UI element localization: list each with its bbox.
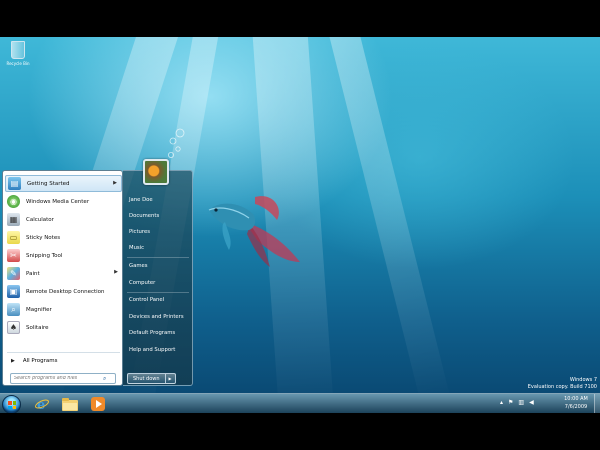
program-windows-media-center[interactable]: ◉ Windows Media Center — [5, 193, 122, 210]
program-label: Magnifier — [26, 306, 52, 313]
start-menu-places-pane: Jane Doe Documents Pictures Music Games … — [123, 170, 193, 386]
taskbar: e ▴ ⚑ ▥ ◀ 10:00 AM 7/6/2009 — [0, 393, 600, 414]
windows-logo-icon — [8, 401, 16, 409]
places-divider — [127, 257, 189, 258]
letterbox-top — [0, 0, 600, 37]
taskbar-media-player[interactable] — [86, 395, 110, 413]
search-input[interactable] — [11, 374, 103, 383]
link-computer[interactable]: Computer — [127, 277, 189, 289]
snipping-tool-icon: ✂ — [7, 249, 20, 262]
link-games[interactable]: Games — [127, 260, 189, 272]
programs-divider — [7, 352, 120, 353]
link-default-programs[interactable]: Default Programs — [127, 327, 189, 339]
start-search-box[interactable]: ⌕ — [10, 373, 116, 384]
shutdown-button[interactable]: Shut down — [127, 373, 166, 384]
program-paint[interactable]: ✎ Paint ▶ — [5, 265, 122, 282]
all-programs-arrow-icon: ▶ — [11, 358, 15, 364]
betta-fish-wallpaper-icon — [208, 196, 300, 267]
start-menu-programs-pane: ▤ Getting Started ▶ ◉ Windows Media Cent… — [2, 170, 123, 386]
recycle-bin-icon — [11, 41, 25, 59]
start-button[interactable] — [2, 395, 21, 414]
system-tray: ▴ ⚑ ▥ ◀ — [500, 399, 534, 406]
shutdown-options-arrow-icon[interactable]: ▶ — [165, 373, 176, 384]
media-player-icon — [91, 397, 105, 411]
internet-explorer-icon: e — [35, 398, 49, 411]
light-ray — [320, 37, 452, 393]
recycle-bin-shortcut[interactable]: Recycle Bin — [4, 41, 32, 66]
letterbox-bottom — [0, 413, 600, 450]
taskbar-windows-explorer[interactable] — [58, 395, 82, 413]
getting-started-icon: ▤ — [8, 177, 21, 190]
link-music[interactable]: Music — [127, 242, 189, 254]
magnifier-icon: ⌕ — [7, 303, 20, 316]
shutdown-control: Shut down ▶ — [127, 373, 176, 384]
watermark-build: Evaluation copy. Build 7100 — [527, 383, 597, 390]
program-calculator[interactable]: ▦ Calculator — [5, 211, 122, 228]
link-help-and-support[interactable]: Help and Support — [127, 344, 189, 356]
program-sticky-notes[interactable]: ▭ Sticky Notes — [5, 229, 122, 246]
program-getting-started[interactable]: ▤ Getting Started ▶ — [5, 175, 122, 192]
link-documents[interactable]: Documents — [127, 210, 189, 222]
program-label: Solitaire — [26, 324, 49, 331]
windows-explorer-icon — [62, 397, 78, 411]
show-desktop-button[interactable] — [594, 394, 600, 414]
user-avatar[interactable] — [143, 159, 169, 185]
program-remote-desktop-connection[interactable]: ▣ Remote Desktop Connection — [5, 283, 122, 300]
paint-icon: ✎ — [7, 267, 20, 280]
network-icon[interactable]: ▥ — [518, 399, 524, 406]
evaluation-watermark: Windows 7 Evaluation copy. Build 7100 — [528, 377, 597, 390]
search-icon[interactable]: ⌕ — [103, 375, 106, 383]
remote-desktop-icon: ▣ — [7, 285, 20, 298]
program-label: Remote Desktop Connection — [26, 288, 105, 295]
program-label: Calculator — [26, 216, 54, 223]
program-label: Getting Started — [27, 180, 70, 187]
link-user[interactable]: Jane Doe — [127, 194, 189, 206]
places-divider — [127, 292, 189, 293]
media-center-icon: ◉ — [7, 195, 20, 208]
link-pictures[interactable]: Pictures — [127, 226, 189, 238]
clock-time: 10:00 AM — [564, 396, 588, 402]
solitaire-icon: ♠ — [7, 321, 20, 334]
start-menu: ▤ Getting Started ▶ ◉ Windows Media Cent… — [0, 168, 195, 393]
program-label: Windows Media Center — [26, 198, 90, 205]
all-programs-button[interactable]: ▶ All Programs — [5, 355, 122, 367]
clock-date: 7/6/2009 — [564, 403, 588, 410]
sticky-notes-icon: ▭ — [7, 231, 20, 244]
program-snipping-tool[interactable]: ✂ Snipping Tool — [5, 247, 122, 264]
taskbar-internet-explorer[interactable]: e — [30, 395, 54, 413]
action-center-flag-icon[interactable]: ⚑ — [508, 399, 513, 406]
all-programs-label: All Programs — [22, 358, 58, 364]
recycle-bin-label: Recycle Bin — [6, 61, 30, 66]
submenu-arrow-icon: ▶ — [113, 180, 117, 186]
program-label: Sticky Notes — [26, 234, 61, 241]
program-magnifier[interactable]: ⌕ Magnifier — [5, 301, 122, 318]
submenu-arrow-icon: ▶ — [114, 269, 118, 275]
program-label: Paint — [26, 270, 40, 277]
program-solitaire[interactable]: ♠ Solitaire — [5, 319, 122, 336]
volume-icon[interactable]: ◀ — [529, 399, 534, 406]
link-devices-and-printers[interactable]: Devices and Printers — [127, 311, 189, 323]
taskbar-clock[interactable]: 10:00 AM 7/6/2009 — [558, 396, 594, 411]
link-control-panel[interactable]: Control Panel — [127, 294, 189, 306]
program-label: Snipping Tool — [26, 252, 63, 259]
calculator-icon: ▦ — [7, 213, 20, 226]
tray-expand-arrow-icon[interactable]: ▴ — [500, 399, 503, 406]
